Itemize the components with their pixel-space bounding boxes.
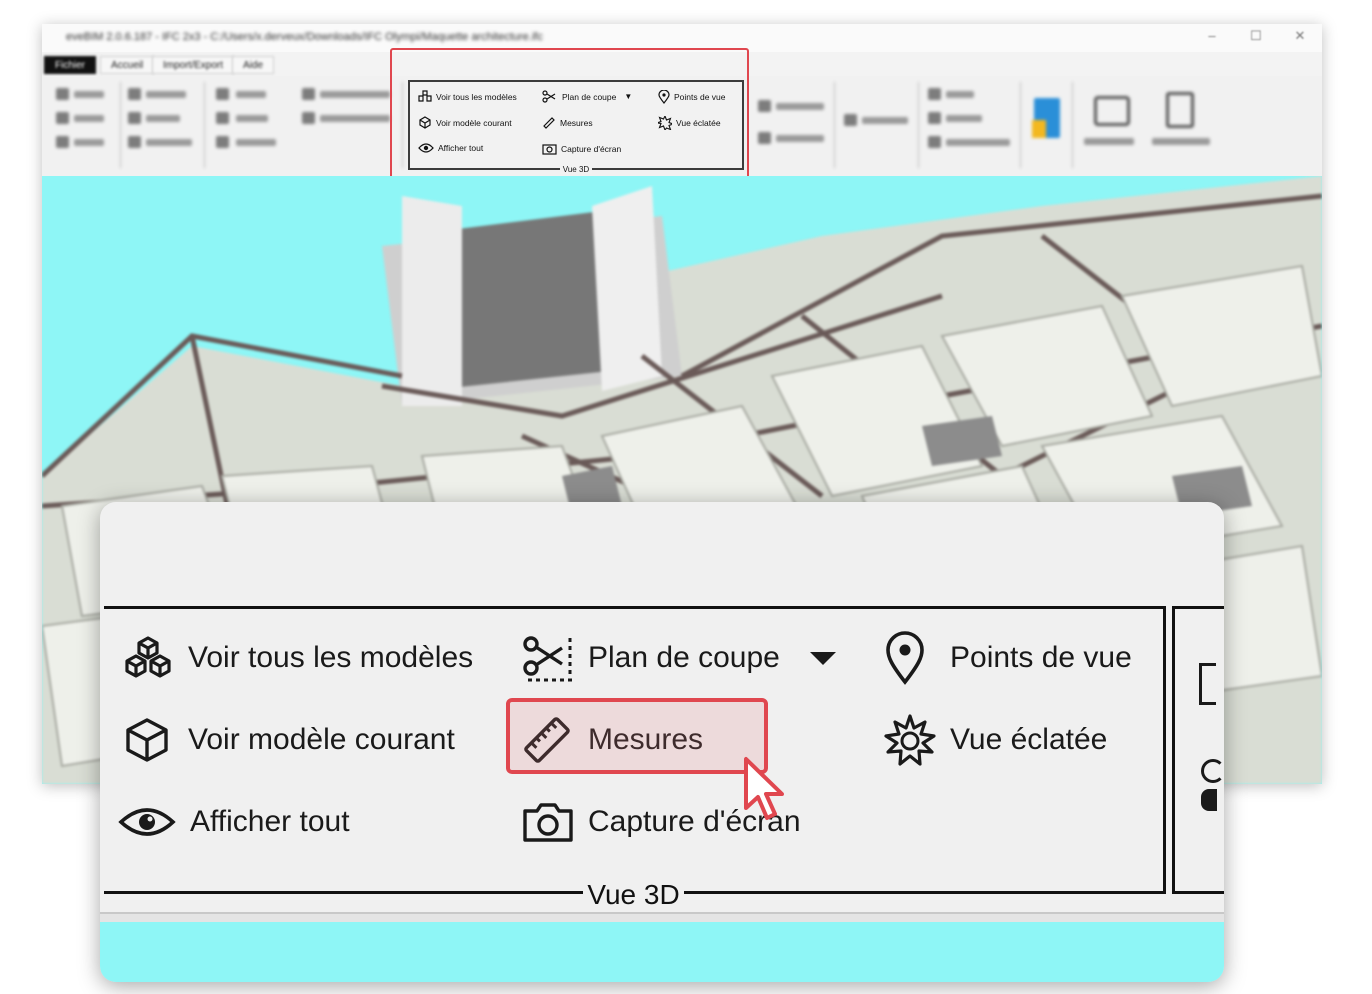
afficher-tout-label: Afficher tout <box>190 805 350 838</box>
close-button[interactable]: ✕ <box>1290 28 1310 46</box>
voir-modele-courant-label: Voir modèle courant <box>188 723 455 756</box>
mesures-highlight <box>506 698 768 774</box>
voir-tous-modeles-label: Voir tous les modèles <box>188 641 474 674</box>
voir-modele-courant-button[interactable]: Voir modèle courant <box>122 713 455 767</box>
zoomed-ribbon-panel: Voir tous les modèles Voir modèle couran… <box>100 502 1224 982</box>
tab-accueil[interactable]: Accueil <box>100 56 155 74</box>
window-title: eveBIM 2.0.6.187 - IFC 2x3 - C:/Users/x.… <box>66 31 543 43</box>
eye-icon <box>118 808 176 836</box>
maximize-button[interactable]: ☐ <box>1246 28 1266 46</box>
plan-de-coupe-button[interactable]: Plan de coupe <box>522 631 838 685</box>
ribbon-group-fichier <box>50 82 121 168</box>
viewport-strip <box>100 922 1224 982</box>
cubes-icon <box>125 636 171 678</box>
voir-tous-modeles-button[interactable]: Voir tous les modèles <box>122 631 473 685</box>
cube-icon <box>126 718 168 762</box>
ribbon-group-vue-ifc <box>920 82 1021 168</box>
vue-eclatee-label: Vue éclatée <box>950 723 1108 756</box>
ribbon-group-metier <box>1022 82 1073 168</box>
vue-eclatee-button[interactable]: Vue éclatée <box>884 713 1107 767</box>
ribbon-group-selection <box>836 82 919 168</box>
ribbon-group-extensions <box>1074 82 1220 168</box>
camera-icon <box>523 803 573 842</box>
group-caption-vue-3d: Vue 3D <box>104 879 1163 911</box>
ribbon-group-edition <box>122 82 205 168</box>
explode-icon <box>884 714 936 766</box>
tab-fichier[interactable]: Fichier <box>44 56 97 74</box>
minimize-button[interactable]: – <box>1202 28 1222 46</box>
scissors-icon <box>523 636 572 682</box>
points-de-vue-button[interactable]: Points de vue <box>884 631 1132 685</box>
plan-de-coupe-label: Plan de coupe <box>588 641 780 674</box>
tab-aide[interactable]: Aide <box>232 56 275 74</box>
afficher-tout-button[interactable]: Afficher tout <box>118 795 350 849</box>
ribbon-group-next <box>1172 606 1224 894</box>
mouse-cursor-icon <box>744 757 784 820</box>
location-pin-icon <box>886 631 924 685</box>
ribbon-group-modeles <box>206 82 403 168</box>
ribbon-group-verification <box>750 82 835 168</box>
tab-import-export[interactable]: Import/Export <box>152 56 235 74</box>
points-de-vue-label: Points de vue <box>950 641 1132 674</box>
mini-group-highlight <box>390 48 749 184</box>
dropdown-arrow-icon[interactable] <box>808 649 838 667</box>
